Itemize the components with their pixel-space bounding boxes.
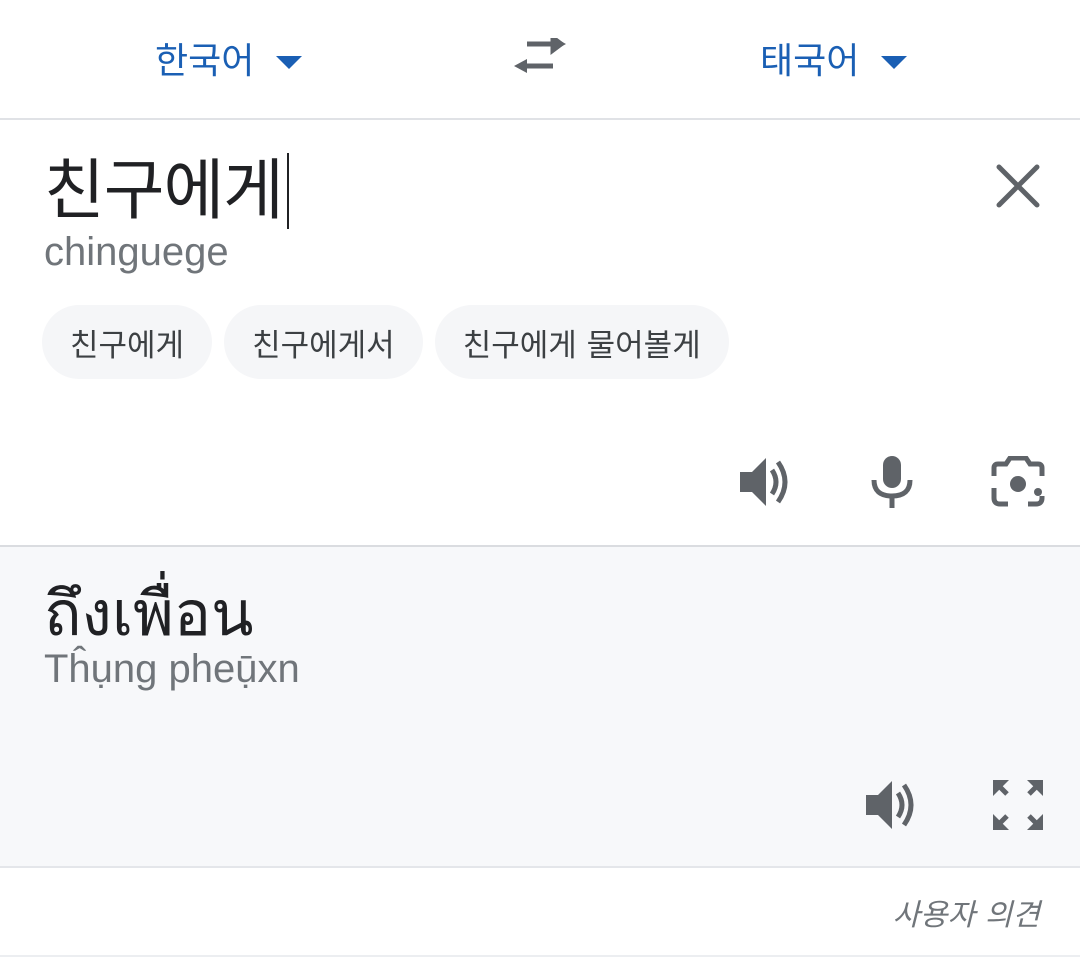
speaker-icon <box>866 781 914 829</box>
target-language-button[interactable]: 태국어 <box>760 30 908 86</box>
fullscreen-button[interactable] <box>986 773 1050 837</box>
speaker-icon <box>740 458 788 506</box>
camera-icon <box>991 456 1045 507</box>
listen-source-button[interactable] <box>734 450 798 514</box>
voice-input-button[interactable] <box>860 450 924 514</box>
target-language-label: 태국어 <box>760 41 860 82</box>
fullscreen-icon <box>993 780 1043 830</box>
microphone-icon <box>871 456 913 508</box>
swap-languages-button[interactable] <box>510 30 570 86</box>
translation-transliteration: Tĥụng pheụ̄xn <box>44 647 300 691</box>
translated-text: ถึงเพื่อน <box>44 577 254 650</box>
dropdown-caret-icon <box>276 55 303 69</box>
suggestion-chips: 친구에게 친구에게서 친구에게 물어볼게 <box>42 305 729 379</box>
suggestion-chip[interactable]: 친구에게 <box>42 305 213 379</box>
dropdown-caret-icon <box>881 55 908 69</box>
source-text: 친구에게 <box>44 152 284 229</box>
swap-arrows-icon <box>514 38 566 73</box>
source-romanization: chinguege <box>44 230 229 274</box>
source-language-label: 한국어 <box>155 41 255 82</box>
source-text-field[interactable]: 친구에게 <box>44 146 289 236</box>
listen-translation-button[interactable] <box>860 773 924 837</box>
clear-input-button[interactable] <box>990 158 1046 214</box>
translation-output-panel: ถึงเพื่อน Tĥụng pheụ̄xn <box>0 545 1080 868</box>
camera-translate-button[interactable] <box>986 450 1050 514</box>
divider <box>0 955 1080 957</box>
feedback-link[interactable]: 사용자 의견 <box>892 890 1040 934</box>
language-bar: 한국어 태국어 <box>0 0 1080 120</box>
suggestion-chip[interactable]: 친구에게서 <box>224 305 423 379</box>
source-input-panel: 친구에게 chinguege 친구에게 친구에게서 친구에게 물어볼게 <box>0 120 1080 545</box>
close-icon <box>996 164 1040 208</box>
text-cursor <box>286 153 289 229</box>
suggestion-chip[interactable]: 친구에게 물어볼게 <box>434 305 729 379</box>
source-language-button[interactable]: 한국어 <box>155 30 303 86</box>
